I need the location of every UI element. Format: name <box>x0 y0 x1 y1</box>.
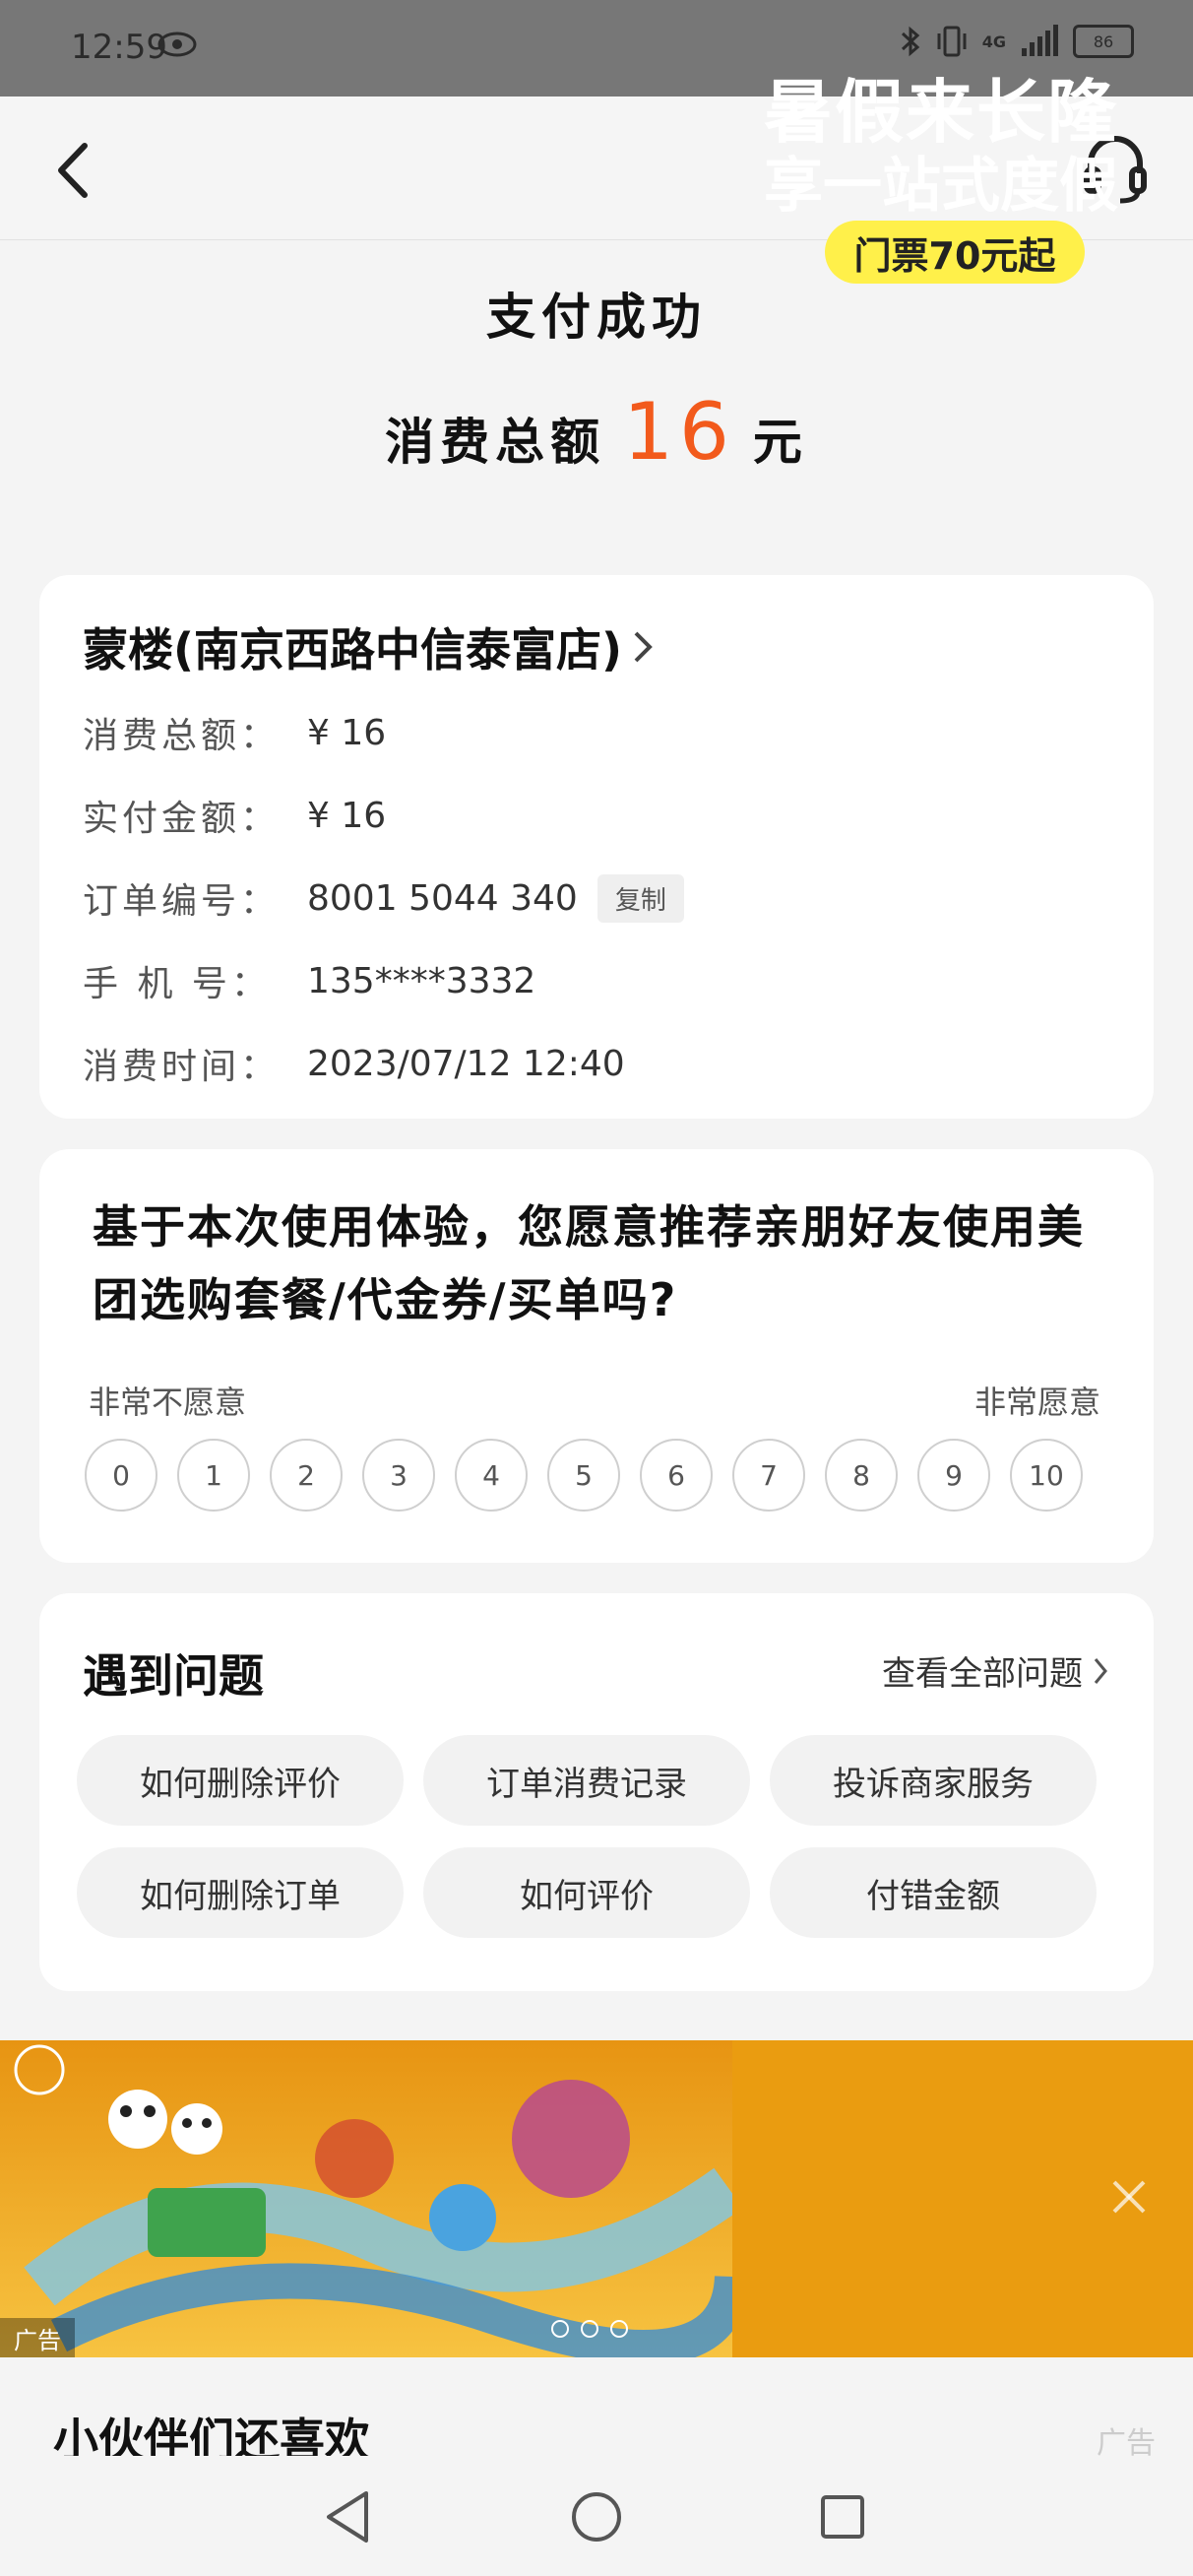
view-all-questions-link[interactable]: 查看全部问题 <box>882 1646 1108 1695</box>
rating-option[interactable]: 0 <box>85 1439 157 1512</box>
view-all-label: 查看全部问题 <box>882 1654 1083 1694</box>
copy-button[interactable]: 复制 <box>596 873 684 923</box>
signal-icon <box>1022 25 1058 56</box>
back-triangle-icon[interactable] <box>323 2487 372 2546</box>
survey-question: 基于本次使用体验，您愿意推荐亲朋好友使用美团选购套餐/代金券/买单吗? <box>93 1200 1085 1326</box>
home-circle-icon[interactable] <box>569 2487 624 2546</box>
page-title: 支付成功 <box>486 289 707 346</box>
eye-icon <box>157 32 197 57</box>
row-value: ¥ 16 <box>307 712 387 753</box>
help-card: 遇到问题 查看全部问题 如何删除评价 订单消费记录 投诉商家服务 如何删除订单 … <box>39 1593 1154 1991</box>
rating-option[interactable]: 10 <box>1010 1439 1083 1512</box>
carousel-dot <box>551 2320 569 2338</box>
carousel-dots <box>551 2320 628 2338</box>
close-icon[interactable] <box>1108 2176 1150 2218</box>
low-label: 非常不愿意 <box>89 1384 247 1421</box>
rating-option[interactable]: 8 <box>825 1439 898 1512</box>
help-chip[interactable]: 如何评价 <box>423 1847 750 1938</box>
recent-apps-square-icon[interactable] <box>817 2487 868 2546</box>
row-value: 135****3332 <box>307 960 536 1001</box>
total-label: 消费总额 <box>385 414 606 471</box>
rating-option[interactable]: 9 <box>917 1439 990 1512</box>
banner-subhead: 享一站式度假 <box>764 152 1118 221</box>
rating-option[interactable]: 4 <box>455 1439 528 1512</box>
banner-cta-button[interactable]: 门票70元起 <box>825 221 1085 284</box>
help-title: 遇到问题 <box>83 1649 264 1703</box>
rating-scale: 0 1 2 3 4 5 6 7 8 9 10 <box>85 1439 1083 1512</box>
system-nav-bar <box>0 2456 1193 2576</box>
carousel-dot <box>610 2320 628 2338</box>
bluetooth-icon <box>901 26 919 57</box>
row-label: 实付金额： <box>83 799 281 839</box>
chevron-right-icon <box>1094 1657 1107 1684</box>
order-row-time: 消费时间： 2023/07/12 12:40 <box>83 1038 625 1089</box>
rating-option[interactable]: 6 <box>640 1439 713 1512</box>
order-row-total: 消费总额： ¥ 16 <box>83 707 386 758</box>
banner-illustration <box>0 2040 750 2357</box>
help-chip-grid: 如何删除评价 订单消费记录 投诉商家服务 如何删除订单 如何评价 付错金额 <box>77 1735 1120 1938</box>
chevron-right-icon <box>634 631 653 663</box>
order-row-phone: 手 机 号： 135****3332 <box>83 955 535 1006</box>
row-label: 手 机 号： <box>83 964 271 1004</box>
help-chip[interactable]: 投诉商家服务 <box>770 1735 1097 1826</box>
help-chip[interactable]: 如何删除订单 <box>77 1847 404 1938</box>
rating-option[interactable]: 5 <box>547 1439 620 1512</box>
battery-icon: 86 <box>1073 25 1134 58</box>
nps-survey-card: 基于本次使用体验，您愿意推荐亲朋好友使用美团选购套餐/代金券/买单吗? 非常不愿… <box>39 1149 1154 1563</box>
rating-option[interactable]: 3 <box>362 1439 435 1512</box>
store-name: 蒙楼(南京西路中信泰富店) <box>83 623 623 676</box>
total-amount: 16 <box>623 386 735 478</box>
total-amount-line: 消费总额 16 元 <box>0 386 1193 478</box>
high-label: 非常愿意 <box>973 1384 1100 1421</box>
ad-tag: 广告 <box>0 2318 75 2357</box>
help-chip[interactable]: 付错金额 <box>770 1847 1097 1938</box>
ad-banner[interactable] <box>0 2040 1193 2357</box>
help-chip[interactable]: 如何删除评价 <box>77 1735 404 1826</box>
row-label: 消费时间： <box>83 1047 281 1087</box>
back-arrow-icon[interactable] <box>47 136 106 205</box>
row-label: 消费总额： <box>83 716 281 756</box>
theme-park-illustration <box>14 2044 750 2357</box>
row-value: 8001 5044 340 <box>307 877 578 919</box>
order-details-card: 蒙楼(南京西路中信泰富店) 消费总额： ¥ 16 实付金额： ¥ 16 订单编号： 8… <box>39 575 1154 1119</box>
rating-option[interactable]: 2 <box>270 1439 343 1512</box>
order-row-paid: 实付金额： ¥ 16 <box>83 790 386 841</box>
status-time: 12:59 <box>71 28 167 67</box>
help-chip[interactable]: 订单消费记录 <box>423 1735 750 1826</box>
carousel-dot <box>581 2320 598 2338</box>
store-link[interactable]: 蒙楼(南京西路中信泰富店) <box>83 614 654 679</box>
row-value: 2023/07/12 12:40 <box>307 1043 625 1084</box>
vibrate-icon <box>937 26 967 57</box>
network-type: 4G <box>981 32 1006 51</box>
row-value: ¥ 16 <box>307 795 387 836</box>
battery-level: 86 <box>1093 32 1114 51</box>
total-unit: 元 <box>752 414 808 471</box>
row-label: 订单编号： <box>83 881 281 922</box>
rating-option[interactable]: 7 <box>732 1439 805 1512</box>
rating-option[interactable]: 1 <box>177 1439 250 1512</box>
order-row-number: 订单编号： 8001 5044 340 复制 <box>83 872 684 924</box>
